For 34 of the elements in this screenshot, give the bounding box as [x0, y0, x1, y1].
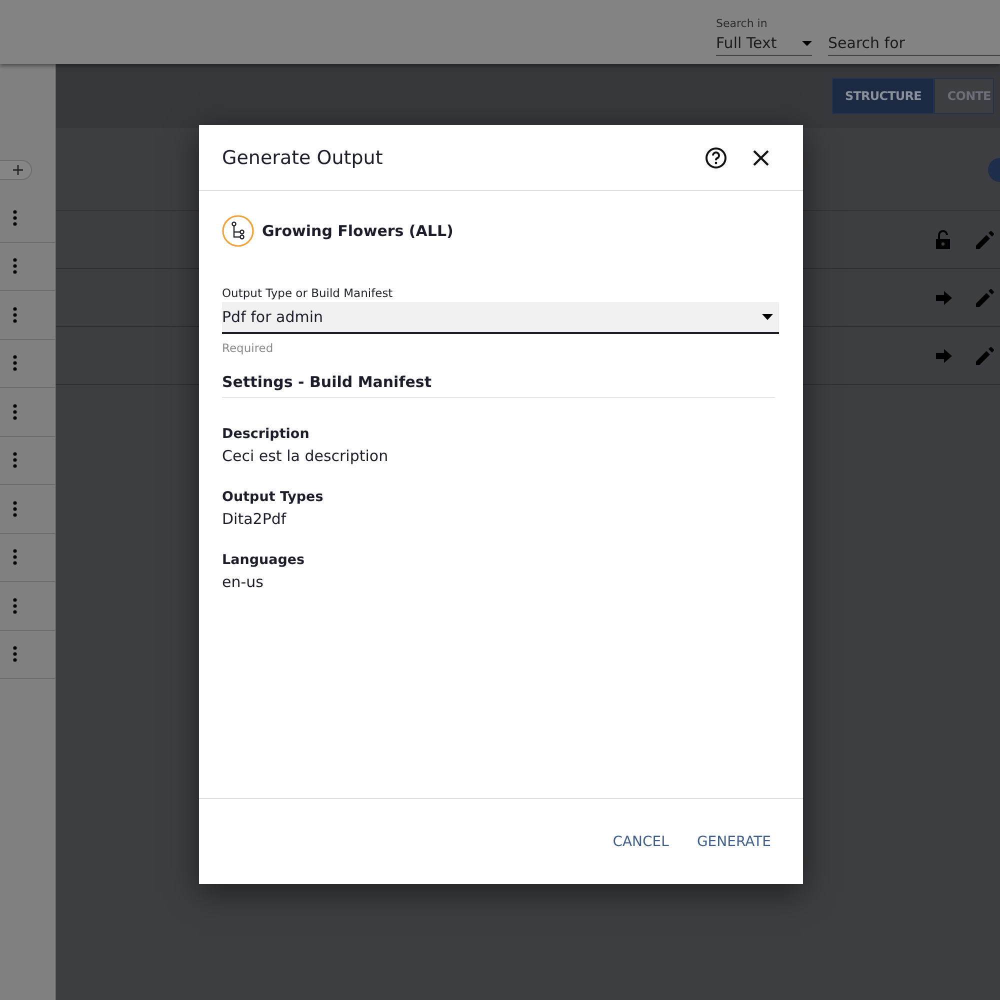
- field-label: Output Type or Build Manifest: [222, 286, 394, 300]
- more-icon[interactable]: [12, 549, 16, 566]
- section-title: Settings - Build Manifest: [222, 373, 775, 398]
- detail-value: en-us: [222, 573, 264, 591]
- more-icon[interactable]: [12, 646, 16, 662]
- more-icon[interactable]: [12, 500, 16, 517]
- search-field[interactable]: Search for: [828, 34, 1000, 56]
- field-label: Search in: [716, 17, 768, 30]
- dialog-title: Generate Output: [222, 146, 384, 168]
- search-scope-select[interactable]: Full Text: [716, 34, 812, 56]
- more-icon[interactable]: [12, 210, 16, 226]
- dialog-button[interactable]: CANCEL: [602, 826, 679, 858]
- output-type-select[interactable]: Pdf for admin: [222, 302, 779, 334]
- more-icon[interactable]: [12, 258, 16, 274]
- detail-label: Description: [222, 426, 310, 442]
- caret-icon: [762, 314, 773, 320]
- detail-label: Output Types: [222, 489, 324, 505]
- more-icon[interactable]: [12, 355, 16, 372]
- helper-text: Required: [222, 341, 274, 355]
- more-icon[interactable]: [12, 306, 16, 323]
- dialog-button[interactable]: GENERATE: [686, 826, 781, 858]
- more-icon[interactable]: [12, 452, 16, 468]
- close-button[interactable]: [753, 150, 769, 166]
- tree-icon: [222, 215, 254, 247]
- more-icon[interactable]: [12, 404, 16, 420]
- plus-icon: [13, 165, 23, 175]
- view-tab[interactable]: STRUCTURE: [832, 78, 934, 114]
- detail-value: Ceci est la description: [222, 447, 390, 465]
- item-title: Growing Flowers (ALL): [262, 222, 454, 240]
- detail-label: Languages: [222, 552, 306, 568]
- detail-value: Dita2Pdf: [222, 510, 288, 528]
- help-button[interactable]: [705, 146, 727, 168]
- caret-icon: [802, 40, 812, 46]
- more-icon[interactable]: [12, 598, 16, 614]
